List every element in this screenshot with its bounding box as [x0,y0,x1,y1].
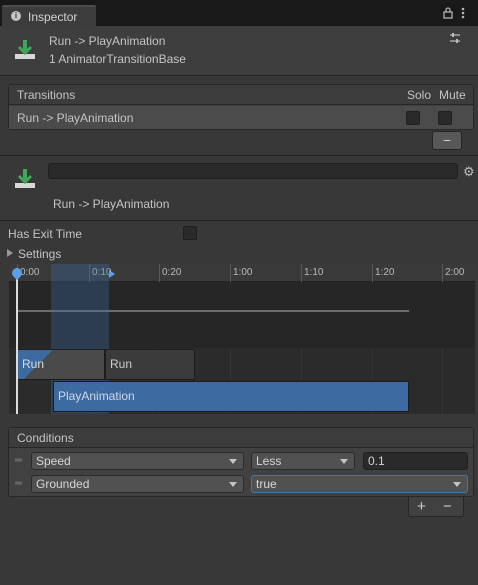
conditions-list-header: Conditions [9,428,473,448]
tick-label: 0:20 [162,267,182,278]
clip-label: Run [22,357,45,371]
remove-transition-button[interactable]: − [432,131,462,150]
chevron-down-icon [229,482,237,487]
condition-value-field[interactable]: 0.1 [363,452,468,470]
clip-run-source: Run [17,349,105,380]
transitions-list-header: Transitions Solo Mute [9,85,473,105]
clip-run-loop: Run [105,349,195,380]
transition-name: Run -> PlayAnimation [17,111,134,125]
clip-play-animation: PlayAnimation [53,381,409,412]
solo-header: Solo [407,88,432,102]
solo-checkbox[interactable] [406,111,420,125]
remove-condition-button[interactable]: − [443,498,452,515]
condition-value-dropdown[interactable]: true [251,475,468,493]
sliders-icon[interactable] [449,32,461,47]
inspector-header: Run -> PlayAnimation 1 AnimatorTransitio… [0,26,478,76]
conditions-title: Conditions [17,431,74,445]
has-exit-time-checkbox[interactable] [183,226,197,240]
drag-handle-icon[interactable]: ═ [15,456,22,466]
transition-label: Run -> PlayAnimation [53,197,170,211]
conditions-footer: + − [408,497,464,517]
gear-icon[interactable]: ⚙ [463,164,475,180]
info-icon: i [11,11,21,21]
tick-label: 1:20 [375,267,395,278]
mute-header: Mute [439,88,466,102]
add-condition-button[interactable]: + [417,498,426,515]
condition-parameter-dropdown[interactable]: Speed [31,452,244,470]
condition-operator-dropdown[interactable]: Less [251,452,355,470]
tab-label: Inspector [28,10,78,24]
drag-handle-icon[interactable]: ═ [15,479,22,489]
tick-label: 2:00 [445,267,465,278]
condition-parameter-dropdown[interactable]: Grounded [31,475,244,493]
conditions-list: Conditions ═ Speed Less 0.1 ═ Grounded t… [8,427,474,497]
transition-icon [14,39,36,61]
more-vertical-icon[interactable] [461,7,465,22]
page-title: Run -> PlayAnimation [49,34,166,48]
chevron-down-icon [229,459,237,464]
has-exit-time-label: Has Exit Time [8,227,83,241]
foldout-arrow-icon[interactable] [7,249,13,257]
page-subtitle: 1 AnimatorTransitionBase [49,52,186,66]
chevron-down-icon [340,459,348,464]
transition-end-marker-icon[interactable] [109,270,115,278]
transition-icon [14,168,36,190]
transitions-title: Transitions [17,88,76,102]
transitions-list: Transitions Solo Mute Run -> PlayAnimati… [8,84,474,130]
divider [0,155,478,156]
clip-label: PlayAnimation [58,389,135,403]
playhead[interactable] [16,268,18,414]
tick-label: 1:10 [304,267,324,278]
tab-inspector[interactable]: i Inspector [2,5,96,26]
settings-foldout[interactable]: Settings [18,247,61,261]
chevron-down-icon [453,482,461,487]
transition-timeline[interactable]: 0:00 0:10 0:20 1:00 1:10 1:20 2:00 Run R… [9,264,475,414]
clip-label: Run [110,357,133,371]
tab-bar: i Inspector [0,0,478,26]
tick-label: 0:00 [20,267,40,278]
transition-name-field[interactable] [48,163,458,179]
list-item[interactable]: Run -> PlayAnimation [9,106,473,129]
lock-icon[interactable] [443,7,453,22]
tick-label: 1:00 [233,267,253,278]
divider [0,220,478,221]
mute-checkbox[interactable] [438,111,452,125]
